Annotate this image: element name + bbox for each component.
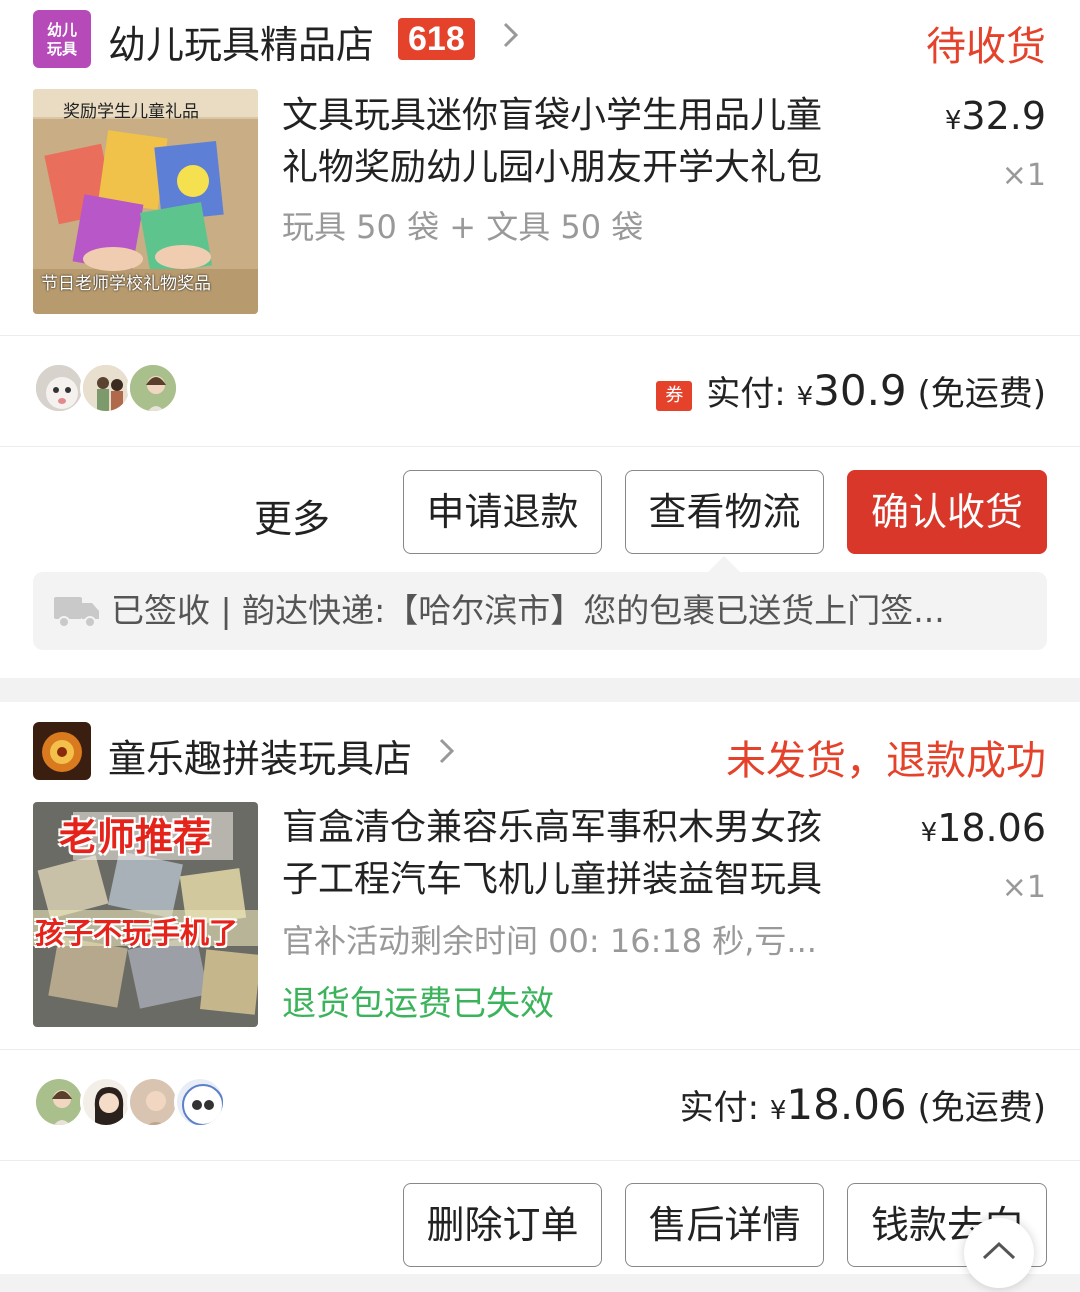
- currency-symbol: ¥: [944, 106, 962, 136]
- logistics-pointer: [708, 556, 740, 572]
- return-shipping-note: 退货包运费已失效: [282, 984, 554, 1024]
- price-value: 18.06: [937, 806, 1046, 850]
- shop-name[interactable]: 幼儿玩具精品店: [108, 14, 374, 69]
- paid-label: 实付:: [679, 1088, 760, 1128]
- order-card[interactable]: 幼儿 玩具 幼儿玩具精品店 618 待收货 奖励学生儿童礼品 节日老师学校礼物奖…: [0, 0, 1080, 678]
- buyer-avatar: [174, 1076, 226, 1128]
- product-title[interactable]: 文具玩具迷你盲袋小学生用品儿童 礼物奖励幼儿园小朋友开学大礼包: [282, 90, 882, 194]
- chevron-right-icon[interactable]: [438, 734, 456, 777]
- coupon-icon: 券: [656, 380, 693, 411]
- divider: [0, 1049, 1080, 1050]
- delete-order-button[interactable]: 删除订单: [403, 1183, 602, 1267]
- logistics-status[interactable]: 已签收 | 韵达快递:【哈尔滨市】您的包裹已送货上门签...: [33, 572, 1047, 650]
- product-title-line: 子工程汽车飞机儿童拼装益智玩具: [282, 859, 823, 900]
- aftersale-details-button[interactable]: 售后详情: [625, 1183, 824, 1267]
- view-logistics-button[interactable]: 查看物流: [625, 470, 824, 554]
- shop-logo[interactable]: 幼儿 玩具: [33, 10, 91, 68]
- divider: [0, 446, 1080, 447]
- order-card[interactable]: 童乐趣拼装玩具店 未发货，退款成功 老师推荐 孩子不玩手机了 盲盒清仓兼容乐高军…: [0, 702, 1080, 1274]
- price-value: 32.9: [961, 94, 1046, 138]
- product-spec: 玩具 50 袋 + 文具 50 袋: [282, 208, 644, 246]
- chevron-up-icon: [982, 1241, 1016, 1260]
- image-caption: 奖励学生儿童礼品: [63, 102, 199, 122]
- paid-amount: 18.06: [786, 1080, 907, 1129]
- buyer-avatar: [80, 362, 132, 414]
- product-price: ¥32.9: [945, 94, 1046, 138]
- product-title-line: 盲盒清仓兼容乐高军事积木男女孩: [282, 807, 823, 848]
- scroll-to-top-button[interactable]: [964, 1218, 1034, 1288]
- buyer-avatar: [127, 362, 179, 414]
- shop-logo[interactable]: [33, 722, 91, 780]
- shipping-note: (免运费): [917, 374, 1046, 414]
- paid-total: 实付: ¥18.06 (免运费): [680, 1080, 1046, 1129]
- image-caption: 节日老师学校礼物奖品: [41, 274, 211, 294]
- more-button[interactable]: 更多: [254, 488, 330, 543]
- product-price: ¥18.06: [921, 806, 1046, 850]
- shop-name[interactable]: 童乐趣拼装玩具店: [108, 728, 412, 783]
- divider: [0, 1160, 1080, 1161]
- divider: [0, 335, 1080, 336]
- request-refund-button[interactable]: 申请退款: [403, 470, 602, 554]
- promo-badge: 618: [398, 18, 475, 60]
- product-quantity: ×1: [1001, 158, 1046, 193]
- product-title-line: 文具玩具迷你盲袋小学生用品儿童: [282, 95, 823, 136]
- paid-total: 券实付: ¥30.9 (免运费): [656, 366, 1046, 415]
- product-title[interactable]: 盲盒清仓兼容乐高军事积木男女孩 子工程汽车飞机儿童拼装益智玩具: [282, 802, 882, 906]
- paid-label: 实付:: [706, 374, 786, 414]
- truck-icon: [54, 593, 100, 633]
- product-title-line: 礼物奖励幼儿园小朋友开学大礼包: [282, 147, 823, 188]
- currency-symbol: ¥: [920, 818, 938, 848]
- image-caption: 孩子不玩手机了: [35, 916, 239, 950]
- order-status: 未发货，退款成功: [726, 738, 1046, 784]
- product-image[interactable]: 老师推荐 孩子不玩手机了: [33, 802, 258, 1027]
- image-caption: 老师推荐: [59, 815, 212, 859]
- product-quantity: ×1: [1001, 870, 1046, 905]
- buyer-avatar: [80, 1076, 132, 1128]
- currency-symbol: ¥: [796, 382, 814, 412]
- confirm-receipt-button[interactable]: 确认收货: [847, 470, 1047, 554]
- currency-symbol: ¥: [769, 1096, 787, 1126]
- product-image[interactable]: 奖励学生儿童礼品 节日老师学校礼物奖品: [33, 89, 258, 314]
- shipping-note: (免运费): [917, 1088, 1046, 1128]
- chevron-right-icon[interactable]: [502, 18, 520, 61]
- paid-amount: 30.9: [813, 366, 907, 415]
- product-spec: 官补活动剩余时间 00: 16:18 秒,亏...: [282, 922, 817, 960]
- buyer-avatar: [127, 1076, 179, 1128]
- buyer-avatar: [33, 362, 85, 414]
- buyer-avatar: [33, 1076, 85, 1128]
- order-status: 待收货: [926, 24, 1046, 70]
